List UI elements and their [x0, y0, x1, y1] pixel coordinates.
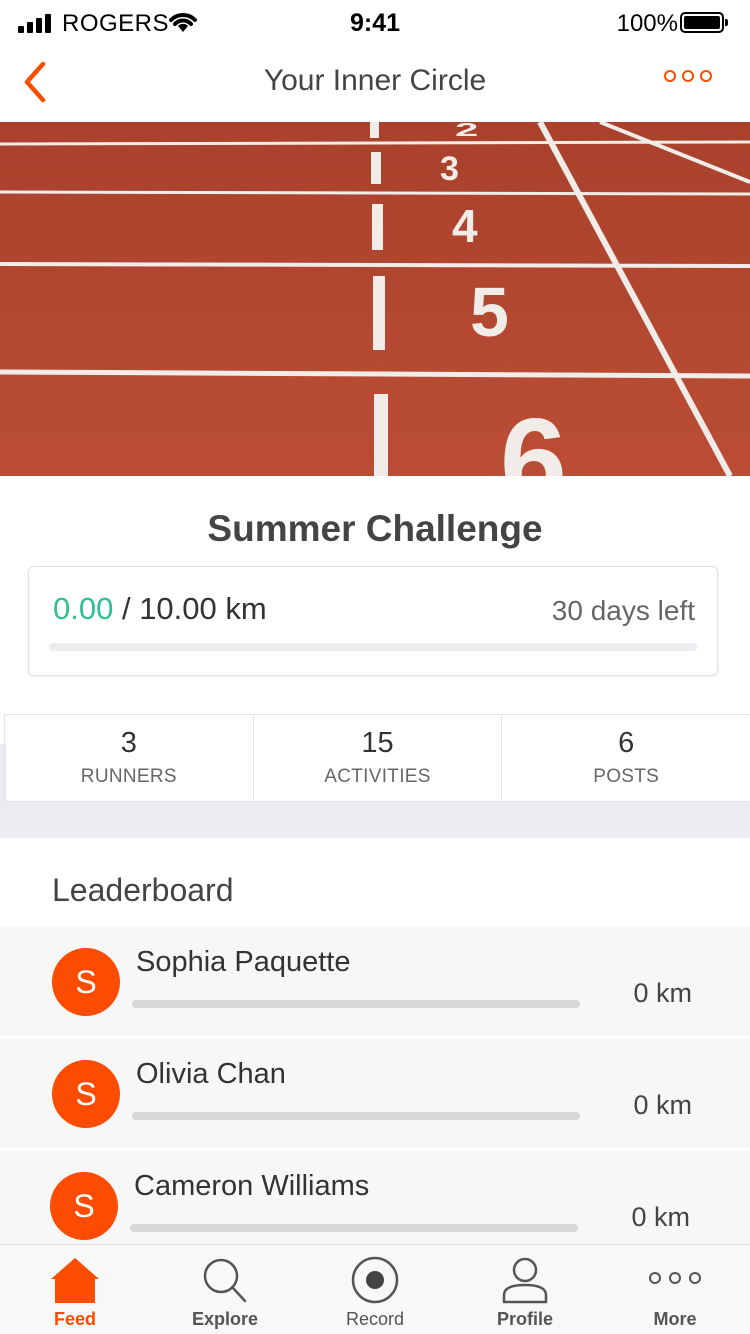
runner-progress-bar [132, 1000, 580, 1008]
tab-record[interactable]: Record [300, 1245, 450, 1334]
search-icon [150, 1255, 300, 1305]
lane-number: 6 [500, 394, 567, 476]
avatar: S [50, 1172, 118, 1240]
days-left: 30 days left [551, 595, 695, 626]
leaderboard-row[interactable]: S Sophia Paquette 0 km [0, 926, 750, 1036]
current-distance: 0.00 [53, 591, 114, 626]
section-divider [0, 802, 750, 838]
tab-feed[interactable]: Feed [0, 1245, 150, 1334]
more-dots-icon [664, 70, 676, 82]
stat-posts[interactable]: 6 POSTS [501, 715, 750, 801]
tab-label: Record [345, 1309, 405, 1329]
challenge-title: Summer Challenge [207, 508, 543, 549]
stat-value: 6 [618, 727, 635, 759]
tab-explore[interactable]: Explore [150, 1245, 300, 1334]
runner-distance: 0 km [633, 978, 692, 1008]
runner-progress-bar [132, 1112, 580, 1120]
runner-name: Cameron Williams [134, 1170, 370, 1202]
runner-progress-bar [130, 1224, 578, 1232]
tab-label: Profile [496, 1309, 553, 1329]
tab-label: More [653, 1309, 697, 1329]
avatar: S [52, 1060, 120, 1128]
stat-value: 3 [120, 727, 137, 759]
home-icon [0, 1255, 150, 1305]
navigation-bar: Your Inner Circle [0, 44, 750, 122]
goal-distance: 10.00 km [139, 591, 267, 626]
stat-activities[interactable]: 15 ACTIVITIES [252, 715, 502, 801]
challenge-progress-card: 0.00 / 10.00 km 30 days left [28, 566, 718, 676]
page-title: Your Inner Circle [263, 64, 487, 97]
leaderboard-title: Leaderboard [52, 872, 234, 908]
runner-name: Olivia Chan [136, 1058, 286, 1090]
tab-bar: Feed Explore Record Profile More [0, 1244, 750, 1334]
stat-label: ACTIVITIES [324, 766, 431, 787]
more-dots-icon [600, 1255, 750, 1305]
distance-separator: / [113, 591, 140, 626]
tab-more[interactable]: More [600, 1245, 750, 1334]
runner-distance: 0 km [631, 1202, 690, 1232]
lane-number: 3 [440, 150, 459, 188]
avatar: S [52, 948, 120, 1016]
lane-number: 5 [470, 273, 509, 351]
lane-number: 4 [452, 200, 478, 252]
lane-number: 2 [455, 122, 478, 140]
runner-name: Sophia Paquette [136, 946, 351, 978]
hero-image: 2 3 4 5 6 [0, 122, 750, 476]
stat-label: POSTS [593, 766, 660, 787]
status-bar: ROGERS 9:41 100% [0, 0, 750, 44]
battery-percentage: 100% [616, 10, 678, 37]
challenge-progress-bar [49, 643, 697, 651]
challenge-stats: 3 RUNNERS 15 ACTIVITIES 6 POSTS [4, 714, 750, 802]
tab-label: Explore [191, 1309, 259, 1329]
profile-icon [450, 1255, 600, 1305]
progress-summary: 0.00 / 10.00 km [53, 591, 267, 627]
stat-runners[interactable]: 3 RUNNERS [4, 715, 253, 801]
stat-value: 15 [361, 727, 394, 759]
leaderboard-row[interactable]: S Olivia Chan 0 km [0, 1038, 750, 1148]
runner-distance: 0 km [633, 1090, 692, 1120]
more-options-button[interactable] [664, 70, 712, 82]
battery-icon [680, 12, 728, 33]
record-icon [300, 1255, 450, 1305]
tab-label: Feed [53, 1309, 96, 1329]
stat-label: RUNNERS [80, 766, 177, 787]
tab-profile[interactable]: Profile [450, 1245, 600, 1334]
